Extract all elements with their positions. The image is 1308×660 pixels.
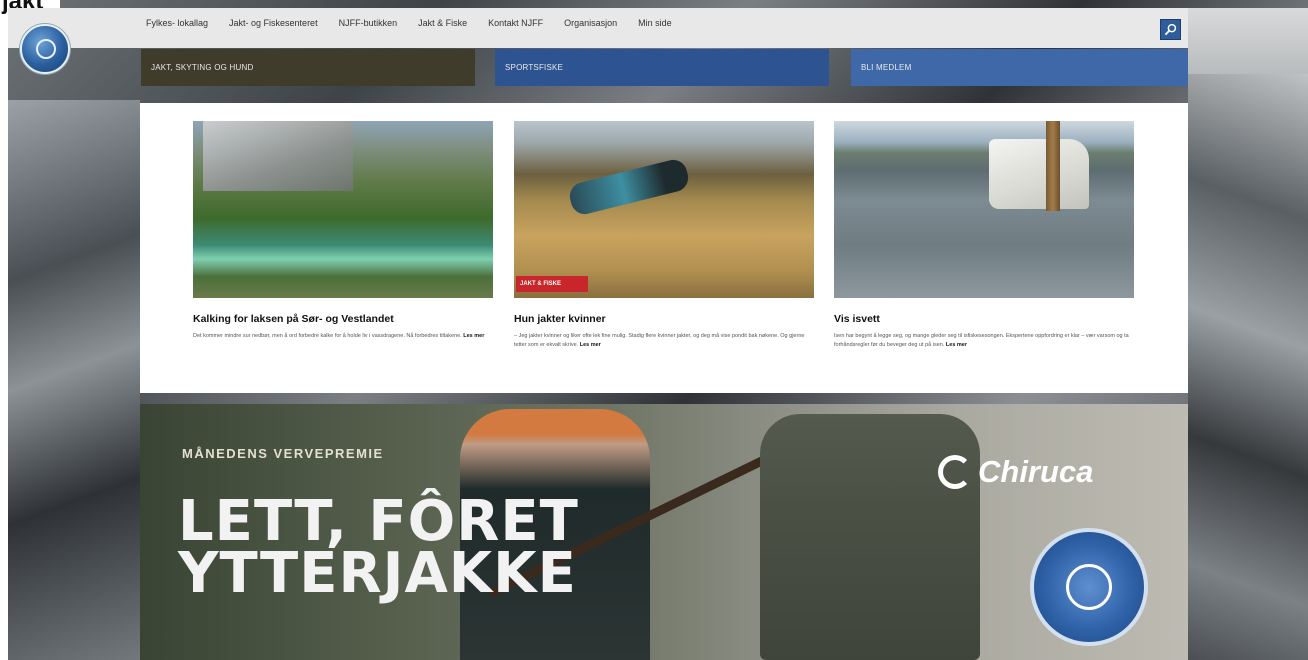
banner-jacket-product xyxy=(760,414,980,660)
seal-emblem xyxy=(1066,564,1112,610)
read-more-link[interactable]: Les mer xyxy=(463,333,484,339)
nav-item-kontakt[interactable]: Kontakt NJFF xyxy=(488,18,543,28)
logo-emblem-icon xyxy=(36,39,56,59)
headline-line-2: YTTERJAKKE xyxy=(178,541,577,606)
article-card[interactable]: Vis isvett Isen har begynt å legge seg, … xyxy=(834,121,1134,349)
read-more-link[interactable]: Les mer xyxy=(946,342,967,348)
image-detail xyxy=(989,139,1089,209)
tab-jakt-skyting-hund[interactable]: JAKT, SKYTING OG HUND xyxy=(141,49,475,86)
top-bar-fade xyxy=(1188,8,1308,74)
top-navigation-bar xyxy=(8,8,1308,48)
nav-item-jakt-og-fiskesenteret[interactable]: Jakt- og Fiskesenteret xyxy=(229,18,318,28)
nav-item-fylkes-lokallag[interactable]: Fylkes- lokallag xyxy=(146,18,208,28)
article-summary: – Jeg jakter kvinner og liker ofte lek f… xyxy=(514,332,810,349)
tab-bli-medlem[interactable]: BLI MEDLEM xyxy=(851,49,1188,86)
chiruca-mark-icon xyxy=(938,455,972,489)
njff-seal-icon xyxy=(1030,528,1148,646)
chiruca-logo: Chiruca xyxy=(938,454,1093,490)
image-detail xyxy=(566,156,692,218)
article-image-hunter[interactable]: JAKT & FISKE xyxy=(514,121,814,298)
magazine-badge: JAKT & FISKE xyxy=(516,276,588,292)
search-icon xyxy=(1164,23,1177,36)
promo-banner[interactable]: MÅNEDENS VERVEPREMIE LETT, FÔRET YTTERJA… xyxy=(140,404,1188,660)
brand-name: Chiruca xyxy=(978,454,1094,489)
article-card[interactable]: Kalking for laksen på Sør- og Vestlandet… xyxy=(193,121,493,341)
article-body: – Jeg jakter kvinner og liker ofte lek f… xyxy=(514,333,805,348)
search-button[interactable] xyxy=(1160,19,1181,40)
article-title[interactable]: Hun jakter kvinner xyxy=(514,313,814,325)
article-body: Isen har begynt å legge seg, og mange gl… xyxy=(834,333,1129,348)
article-section: Kalking for laksen på Sør- og Vestlandet… xyxy=(140,103,1188,393)
article-card[interactable]: JAKT & FISKE Hun jakter kvinner – Jeg ja… xyxy=(514,121,814,349)
article-image-ice[interactable] xyxy=(834,121,1134,298)
nav-item-jakt-og-fiske[interactable]: Jakt & Fiske xyxy=(418,18,467,28)
nav-item-organisasjon[interactable]: Organisasjon xyxy=(564,18,617,28)
banner-kicker: MÅNEDENS VERVEPREMIE xyxy=(182,446,384,461)
read-more-link[interactable]: Les mer xyxy=(580,342,601,348)
banner-headline: LETT, FÔRET YTTERJAKKE xyxy=(178,494,579,606)
main-nav: Fylkes- lokallag Jakt- og Fiskesenteret … xyxy=(146,18,693,28)
article-body: Det kommer mindre sur nedbør, men å ord … xyxy=(193,333,462,339)
nav-item-njff-butikken[interactable]: NJFF-butikken xyxy=(339,18,398,28)
background-rock-left xyxy=(8,100,140,660)
article-image-river[interactable] xyxy=(193,121,493,298)
tab-sportsfiske[interactable]: SPORTSFISKE xyxy=(495,49,829,86)
image-detail xyxy=(1046,121,1060,211)
article-summary: Isen har begynt å legge seg, og mange gl… xyxy=(834,332,1130,349)
image-detail xyxy=(203,121,353,191)
nav-item-min-side[interactable]: Min side xyxy=(638,18,672,28)
njff-logo[interactable] xyxy=(20,24,70,74)
background-rock-right xyxy=(1188,60,1308,660)
page: jakt Fylkes- lokallag Jakt- og Fiskesent… xyxy=(0,0,1308,660)
article-summary: Det kommer mindre sur nedbør, men å ord … xyxy=(193,332,489,341)
article-title[interactable]: Vis isvett xyxy=(834,313,1134,325)
article-title[interactable]: Kalking for laksen på Sør- og Vestlandet xyxy=(193,313,493,325)
